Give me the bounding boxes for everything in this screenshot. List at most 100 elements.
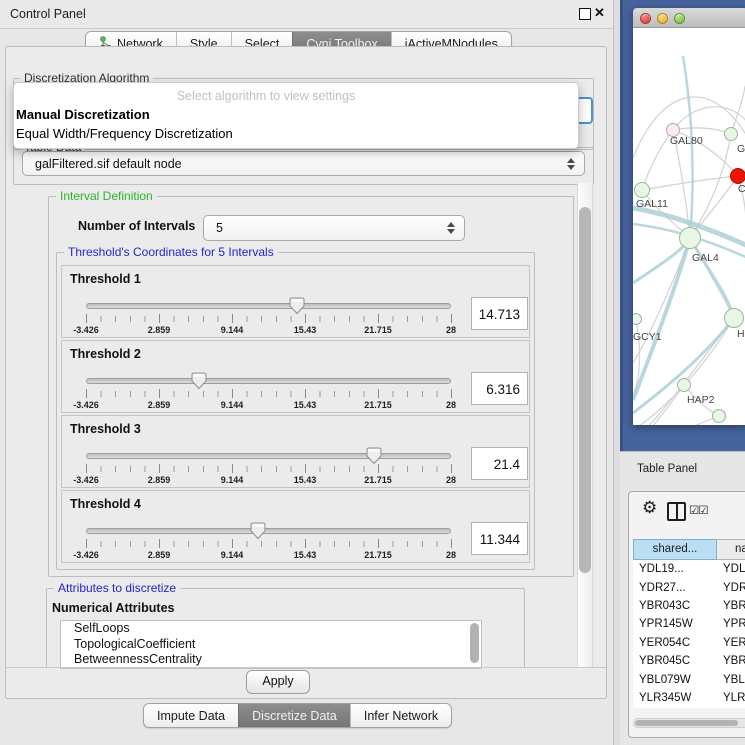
select-columns-icon[interactable]: ☑☑	[689, 503, 708, 517]
node-label: GAL4	[692, 252, 719, 264]
table-hscrollbar-track[interactable]	[633, 718, 745, 728]
table-hscrollbar-thumb[interactable]	[635, 720, 738, 726]
number-of-intervals-label: Number of Intervals	[78, 219, 195, 233]
threshold-label: Threshold 2	[70, 347, 141, 361]
table-cell[interactable]: YDL19...	[633, 563, 717, 575]
slider-track[interactable]	[86, 453, 451, 459]
table-row[interactable]: YIL052CYIL0	[633, 707, 745, 708]
close-traffic-light-icon[interactable]	[640, 13, 651, 24]
algorithm-option[interactable]: Equal Width/Frequency Discretization	[16, 126, 233, 141]
network-node-green[interactable]	[724, 127, 738, 141]
table-row[interactable]: YER054CYER0	[633, 634, 745, 652]
table-cell[interactable]: YPR1	[717, 618, 745, 630]
tab-impute-data[interactable]: Impute Data	[144, 704, 238, 727]
threshold-box: Threshold 3 -3.4262.8599.14415.4321.7152…	[61, 415, 530, 488]
slider-thumb-icon[interactable]	[191, 372, 207, 390]
table-cell[interactable]: YBL079W	[633, 674, 717, 686]
tab-label: Discretize Data	[252, 709, 337, 723]
numerical-attributes-list[interactable]: SelfLoopsTopologicalCoefficientBetweenne…	[60, 620, 482, 669]
slider-track[interactable]	[86, 378, 451, 384]
combo-stepper-icon	[566, 158, 576, 170]
table-cell[interactable]: YLR3	[717, 692, 745, 704]
slider-track[interactable]	[86, 303, 451, 309]
table-cell[interactable]: YDR2	[717, 582, 745, 594]
network-node-green[interactable]	[712, 409, 726, 423]
node-label: HAP2	[687, 394, 714, 406]
threshold-value-field[interactable]: 11.344	[471, 522, 528, 555]
attribute-list-item[interactable]: SelfLoops	[61, 621, 481, 637]
table-cell[interactable]: YBR0	[717, 600, 745, 612]
table-cell[interactable]: YER054C	[633, 637, 717, 649]
network-node-green[interactable]	[677, 378, 691, 392]
float-window-icon[interactable]	[579, 8, 591, 20]
network-edge[interactable]	[633, 238, 690, 363]
table-cell[interactable]: YBL0	[717, 674, 745, 686]
slider-thumb-icon[interactable]	[250, 522, 266, 540]
network-canvas[interactable]: GAL80GACGAL11GAL4GCY1HHAP2	[633, 28, 745, 425]
network-edge[interactable]	[642, 176, 738, 190]
tick-label: 21.715	[364, 550, 392, 560]
network-node-green[interactable]	[679, 227, 701, 249]
network-node-red[interactable]	[730, 168, 745, 184]
threshold-label: Threshold 4	[70, 497, 141, 511]
threshold-box: Threshold 4 -3.4262.8599.14415.4321.7152…	[61, 490, 530, 563]
table-row[interactable]: YBL079WYBL0	[633, 670, 745, 688]
panel-scrollbar-thumb[interactable]	[579, 207, 591, 573]
tab-discretize-data[interactable]: Discretize Data	[238, 704, 350, 727]
table-cell[interactable]: YBR045C	[633, 655, 717, 667]
columns-icon[interactable]	[667, 502, 686, 521]
column-header-shared-name[interactable]: shared...	[633, 539, 717, 560]
threshold-value-field[interactable]: 21.4	[471, 447, 528, 480]
table-cell[interactable]: YLR345W	[633, 692, 717, 704]
table-rows: YDL19...YDL1YDR27...YDR2YBR043CYBR0YPR14…	[633, 560, 745, 708]
control-panel-title: Control Panel	[10, 7, 86, 21]
threshold-slider[interactable]: -3.4262.8599.14415.4321.71528	[86, 298, 451, 336]
table-cell[interactable]: YER0	[717, 637, 745, 649]
tick-label: -3.426	[73, 325, 99, 335]
network-node-green[interactable]	[724, 308, 744, 328]
gear-icon[interactable]: ⚙	[642, 498, 657, 518]
tab-infer-network[interactable]: Infer Network	[350, 704, 451, 727]
network-window-titlebar[interactable]	[633, 8, 745, 28]
network-edge[interactable]	[642, 130, 673, 190]
table-cell[interactable]: YDL1	[717, 563, 745, 575]
table-row[interactable]: YDR27...YDR2	[633, 578, 745, 596]
tick-label: 2.859	[148, 325, 171, 335]
slider-track[interactable]	[86, 528, 451, 534]
list-scrollbar-thumb[interactable]	[470, 623, 479, 663]
threshold-slider[interactable]: -3.4262.8599.14415.4321.71528	[86, 373, 451, 411]
threshold-value-field[interactable]: 14.713	[471, 297, 528, 330]
table-cell[interactable]: YDR27...	[633, 582, 717, 594]
attribute-list-item[interactable]: TopologicalCoefficient	[61, 637, 481, 653]
zoom-traffic-light-icon[interactable]	[674, 13, 685, 24]
column-header-name[interactable]: na	[717, 539, 745, 560]
tab-label: Impute Data	[157, 709, 225, 723]
network-node-green[interactable]	[634, 182, 650, 198]
attribute-list-item[interactable]: BetweennessCentrality	[61, 652, 481, 668]
threshold-slider[interactable]: -3.4262.8599.14415.4321.71528	[86, 448, 451, 486]
threshold-value-field[interactable]: 6.316	[471, 372, 528, 405]
thresholds-group-label: Threshold's Coordinates for 5 Intervals	[64, 245, 278, 259]
node-label: GAL11	[636, 198, 668, 210]
table-row[interactable]: YPR145WYPR1	[633, 615, 745, 633]
table-row[interactable]: YLR345WYLR3	[633, 689, 745, 707]
slider-thumb-icon[interactable]	[366, 447, 382, 465]
table-data-combo[interactable]: galFiltered.sif default node	[22, 151, 585, 176]
network-desktop: GAL80GACGAL11GAL4GCY1HHAP2	[620, 0, 745, 451]
number-of-intervals-combo[interactable]: 5	[203, 215, 465, 241]
table-row[interactable]: YBR045CYBR0	[633, 652, 745, 670]
minimize-traffic-light-icon[interactable]	[657, 13, 668, 24]
table-row[interactable]: YDL19...YDL1	[633, 560, 745, 578]
tick-label: 15.43	[294, 325, 317, 335]
table-cell[interactable]: YBR043C	[633, 600, 717, 612]
algorithm-option[interactable]: Manual Discretization	[16, 107, 150, 122]
close-icon[interactable]: ✕	[594, 5, 605, 21]
threshold-slider[interactable]: -3.4262.8599.14415.4321.71528	[86, 523, 451, 561]
network-edge[interactable]	[683, 56, 693, 238]
table-cell[interactable]: YPR145W	[633, 618, 717, 630]
table-cell[interactable]: YBR0	[717, 655, 745, 667]
slider-thumb-icon[interactable]	[289, 297, 305, 315]
tick-label: 21.715	[364, 475, 392, 485]
apply-button[interactable]: Apply	[246, 670, 310, 694]
table-row[interactable]: YBR043CYBR0	[633, 597, 745, 615]
